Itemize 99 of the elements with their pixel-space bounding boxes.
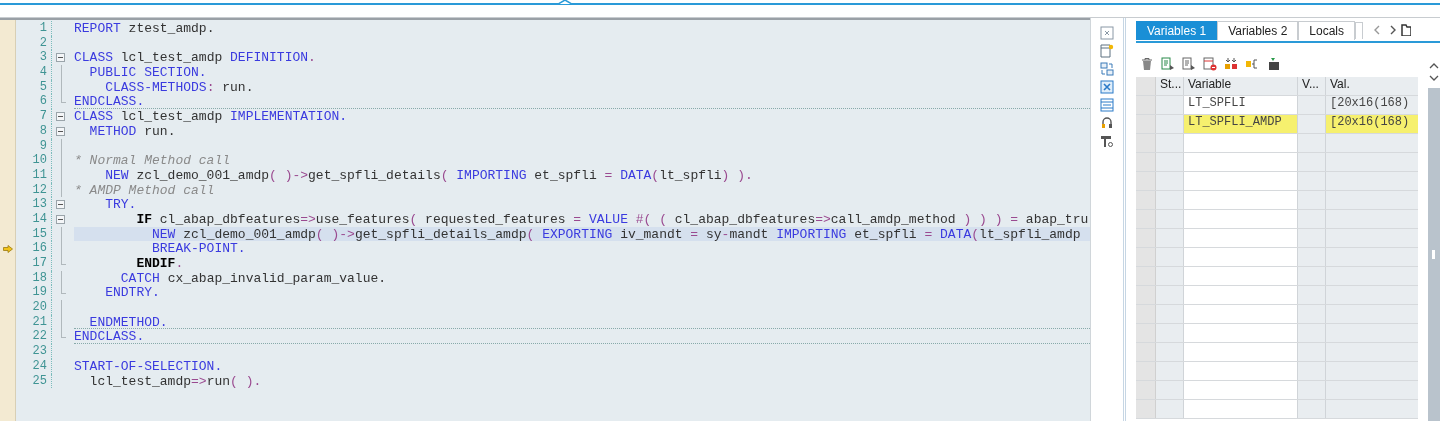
code-line: ENDCLASS. [74, 94, 1090, 110]
code-line: IF cl_abap_dbfeatures=>use_features( requested_features = VALUE #( ( cl_abap_dbfeatures=>call_amdp_method ) ) ) = abap_tru [135, 211, 1090, 227]
line-number: 24 [16, 358, 52, 374]
row-header-cell[interactable] [1136, 96, 1156, 114]
branch-icon[interactable] [1245, 57, 1259, 71]
hammer-icon[interactable] [1100, 134, 1114, 148]
code-line: CATCH cx_abap_invalid_param_value. [119, 270, 388, 286]
merge-icon[interactable] [1224, 57, 1238, 71]
code-line: REPORT ztest_amdp. [74, 21, 216, 36]
list-arrow-icon[interactable] [1182, 57, 1196, 71]
code-line: * AMDP Method call [74, 182, 216, 198]
column-header[interactable]: St... [1156, 77, 1184, 95]
chevron-left-icon[interactable] [1373, 25, 1381, 35]
line-number: 8 [16, 123, 52, 139]
code-line: ENDMETHOD. [74, 314, 1090, 330]
line-number: 1 [16, 21, 52, 36]
collapse-icon[interactable] [56, 126, 65, 136]
code-line: ENDTRY. [104, 285, 161, 301]
import-icon[interactable] [1266, 57, 1280, 71]
code-line: METHOD run. [88, 123, 177, 139]
line-number: 12 [16, 182, 52, 198]
code-line: * Normal Method call [74, 153, 232, 168]
line-number: 15 [16, 226, 52, 242]
line-number: 2 [16, 35, 52, 51]
line-number: 23 [16, 344, 52, 359]
scrollbar[interactable] [1427, 88, 1440, 421]
line-number: 19 [16, 285, 52, 301]
line-number: 4 [16, 65, 52, 80]
code-line: CLASS lcl_test_amdp DEFINITION. [74, 50, 317, 66]
row-header-cell[interactable] [1136, 153, 1156, 171]
code-line: NEW zcl_demo_001_amdp( )->get_spfli_details( IMPORTING et_spfli = DATA(lt_spfli) ). [104, 167, 754, 183]
collapse-icon[interactable] [56, 112, 65, 122]
scroll-up-icon[interactable] [1428, 62, 1439, 70]
row-header-cell[interactable] [1136, 115, 1156, 133]
line-number: 16 [16, 241, 52, 256]
row-header-cell[interactable] [1136, 343, 1156, 361]
trash-icon[interactable] [1140, 57, 1154, 71]
row-header-cell[interactable] [1136, 248, 1156, 266]
list-arrow-icon[interactable] [1161, 57, 1175, 71]
code-line: ENDIF. [135, 256, 185, 271]
scroll-down-icon[interactable] [1428, 74, 1439, 82]
collapse-icon[interactable] [56, 214, 65, 224]
row-header-cell[interactable] [1136, 191, 1156, 209]
line-number: 11 [16, 167, 52, 183]
headset-icon[interactable] [1100, 116, 1114, 130]
tab[interactable]: Locals [1298, 20, 1355, 40]
row-header-cell[interactable] [1136, 267, 1156, 285]
row-header-cell[interactable] [1136, 305, 1156, 323]
code-line: CLASS lcl_test_amdp IMPLEMENTATION. [74, 109, 349, 124]
row-header-cell[interactable] [1136, 381, 1156, 399]
code-editor[interactable] [0, 18, 1090, 421]
close-window-icon[interactable] [1100, 26, 1114, 40]
row-header-cell[interactable] [1136, 400, 1156, 418]
table-cell: [20x16(168) [1326, 115, 1418, 133]
tab[interactable]: Variables 1 [1136, 20, 1218, 40]
line-number: 18 [16, 270, 52, 286]
code-line: TRY. [104, 197, 137, 212]
swap-icon[interactable] [1100, 62, 1114, 76]
row-header-cell[interactable] [1136, 134, 1156, 152]
hidden-tab-edge[interactable] [1355, 21, 1363, 39]
code-line: ENDCLASS. [74, 329, 1090, 345]
line-number: 20 [16, 300, 52, 315]
table-cell: LT_SPFLI_AMDP [1184, 115, 1298, 133]
chevron-right-icon[interactable] [1389, 25, 1397, 35]
folder-icon[interactable] [1401, 24, 1411, 36]
line-number: 17 [16, 256, 52, 271]
cross-box-icon[interactable] [1100, 80, 1114, 94]
column-header[interactable]: Val. [1326, 77, 1418, 95]
line-number: 5 [16, 79, 52, 95]
column-header[interactable]: V... [1298, 77, 1326, 95]
line-number: 9 [16, 138, 52, 154]
line-number: 25 [16, 373, 52, 389]
line-number: 7 [16, 109, 52, 124]
code-line: PUBLIC SECTION. [88, 65, 208, 80]
line-number: 6 [16, 94, 52, 110]
collapse-icon[interactable] [56, 53, 65, 63]
code-line: lcl_test_amdp=>run( ). [88, 373, 263, 389]
line-number: 10 [16, 153, 52, 168]
column-header[interactable]: Variable [1184, 77, 1298, 95]
code-line: START-OF-SELECTION. [74, 358, 224, 374]
collapse-icon[interactable] [56, 200, 65, 210]
row-header-cell[interactable] [1136, 324, 1156, 342]
line-number: 21 [16, 314, 52, 330]
code-line: CLASS-METHODS: run. [104, 79, 255, 95]
tab[interactable]: Variables 2 [1217, 20, 1299, 40]
line-number: 13 [16, 197, 52, 212]
row-header-cell[interactable] [1136, 210, 1156, 228]
line-number: 22 [16, 329, 52, 345]
row-header-cell[interactable] [1136, 362, 1156, 380]
table-cell: [20x16(168) [1326, 96, 1418, 114]
row-header-cell[interactable] [1136, 172, 1156, 190]
row-header-cell[interactable] [1136, 229, 1156, 247]
new-document-icon[interactable] [1100, 44, 1114, 58]
line-number: 3 [16, 50, 52, 66]
line-number: 14 [16, 211, 52, 227]
row-header-cell[interactable] [1136, 77, 1156, 95]
code-line: BREAK-POINT. [151, 241, 247, 256]
list-remove-icon[interactable] [1203, 57, 1217, 71]
row-header-cell[interactable] [1136, 286, 1156, 304]
